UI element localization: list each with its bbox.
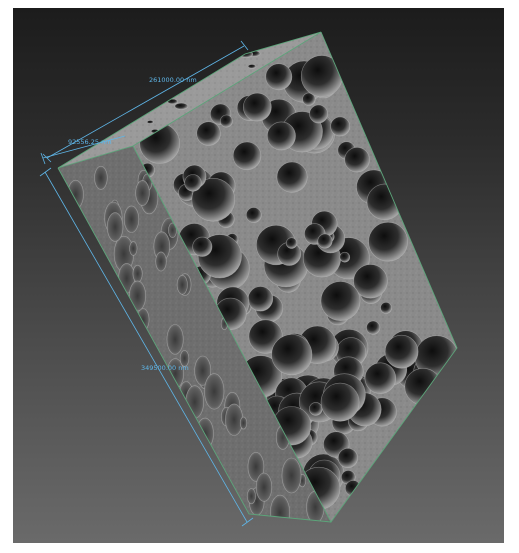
pore-shape <box>368 221 408 262</box>
pore-shape <box>380 301 392 314</box>
pore-shape <box>281 457 302 494</box>
width-dimension-label: 261000.00 nm <box>149 76 197 84</box>
pore-shape <box>225 403 244 436</box>
pore-shape <box>245 207 262 223</box>
pore-shape <box>196 121 221 146</box>
pore-shape <box>276 161 308 193</box>
pore-shape <box>166 324 184 355</box>
pore-shape <box>94 165 108 190</box>
pore-shape <box>246 488 256 505</box>
height-dimension-label: 349500.00 nm <box>141 364 189 372</box>
pore-shape <box>174 102 189 110</box>
pore-shape <box>266 121 296 151</box>
3d-viewport[interactable]: 261000.00 nm 92556.25 nm 349500.00 nm <box>13 8 504 543</box>
depth-dimension-label: 92556.25 nm <box>68 138 112 146</box>
pore-shape <box>384 334 419 369</box>
pore-shape <box>232 141 262 171</box>
volume-render-scene: 261000.00 nm 92556.25 nm 349500.00 nm <box>39 31 458 527</box>
pore-shape <box>285 237 298 249</box>
pore-shape <box>129 241 138 256</box>
pore-shape <box>106 212 124 242</box>
pore-shape <box>269 494 290 522</box>
pore-shape <box>344 147 370 173</box>
pore-shape <box>243 92 272 122</box>
pore-shape <box>265 63 293 91</box>
pore-shape <box>146 120 154 125</box>
pore-shape <box>155 251 167 272</box>
pore-shape <box>366 183 403 220</box>
pore-shape <box>320 382 360 422</box>
pore-shape <box>184 174 202 192</box>
pore-shape <box>320 281 361 321</box>
pore-shape <box>176 274 188 295</box>
pore-shape <box>364 362 397 394</box>
pore-shape <box>271 334 313 376</box>
pore-shape <box>339 251 351 263</box>
pore-shape <box>309 104 329 124</box>
pore-shape <box>135 180 150 206</box>
pore-shape <box>330 116 351 137</box>
pore-shape <box>204 373 225 410</box>
pore-shape <box>123 205 140 233</box>
pore-shape <box>300 55 343 98</box>
pore-shape <box>132 264 143 283</box>
pore-shape <box>239 416 248 430</box>
pore-shape <box>255 472 273 502</box>
pore-shape <box>308 402 323 416</box>
pore-shape <box>247 286 274 312</box>
pore-shape <box>136 308 150 332</box>
pore-shape <box>219 114 233 128</box>
pore-shape <box>192 236 213 257</box>
pore-shape <box>345 480 362 497</box>
pore-shape <box>247 64 257 69</box>
pore-shape <box>366 320 381 335</box>
pore-shape <box>67 179 84 210</box>
pore-shape <box>129 280 147 312</box>
pore-shape <box>337 447 358 468</box>
pore-shape <box>185 385 204 419</box>
pore-shape <box>317 233 333 249</box>
pore-shape <box>404 368 442 406</box>
